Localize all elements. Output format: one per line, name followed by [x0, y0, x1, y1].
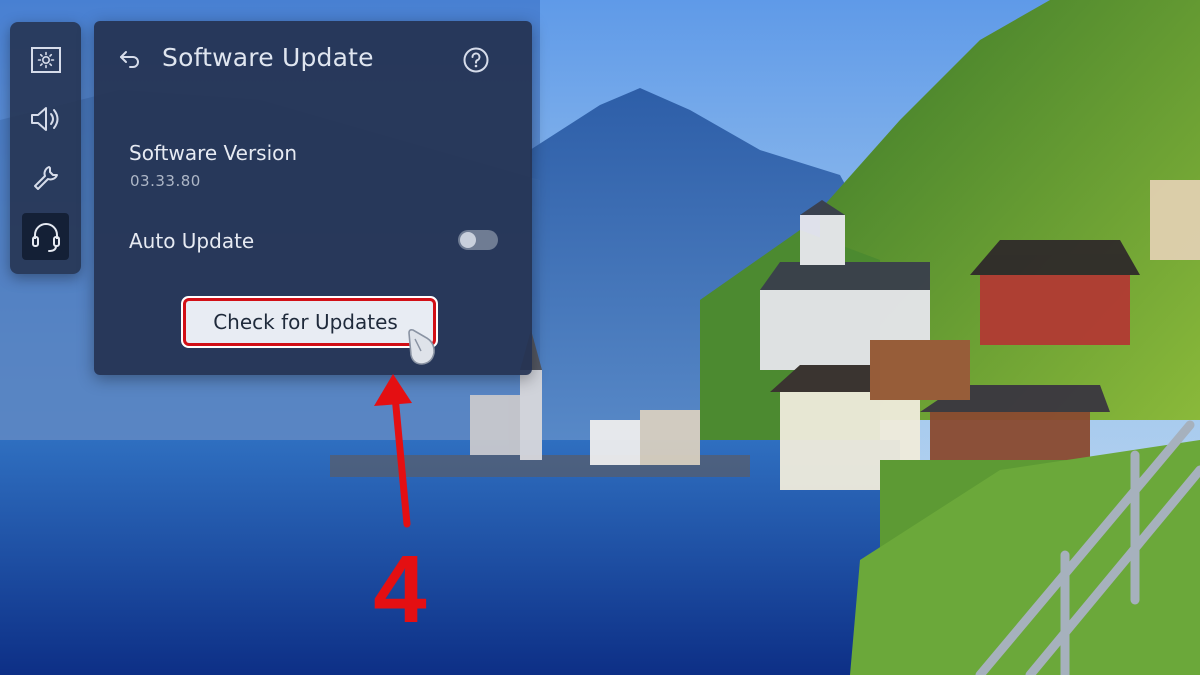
picture-settings-icon	[30, 46, 61, 73]
auto-update-toggle[interactable]	[458, 230, 498, 250]
general-wrench-icon	[33, 165, 58, 190]
pointer-cursor-icon	[408, 329, 435, 365]
support-headset-icon	[31, 222, 60, 252]
check-for-updates-label: Check for Updates	[213, 310, 398, 334]
back-arrow-icon	[120, 51, 139, 68]
software-update-panel: Software Update Software Version 03.33.8…	[94, 21, 532, 375]
step-number: 4	[373, 536, 427, 643]
sound-icon	[30, 106, 58, 131]
software-version-value: 03.33.80	[130, 172, 201, 190]
annotation-arrow	[374, 374, 412, 528]
page-title: Software Update	[162, 43, 374, 72]
auto-update-label: Auto Update	[129, 229, 255, 253]
software-version-label: Software Version	[129, 141, 298, 165]
picture-settings-button[interactable]	[22, 36, 69, 83]
sound-settings-button[interactable]	[22, 95, 69, 142]
help-icon	[463, 47, 489, 73]
toggle-knob	[460, 232, 476, 248]
general-settings-button[interactable]	[22, 154, 69, 201]
check-for-updates-button[interactable]: Check for Updates	[186, 301, 433, 343]
help-button[interactable]	[462, 46, 490, 74]
settings-category-rail	[10, 22, 81, 274]
support-settings-button[interactable]	[22, 213, 69, 260]
back-button[interactable]	[116, 47, 144, 71]
